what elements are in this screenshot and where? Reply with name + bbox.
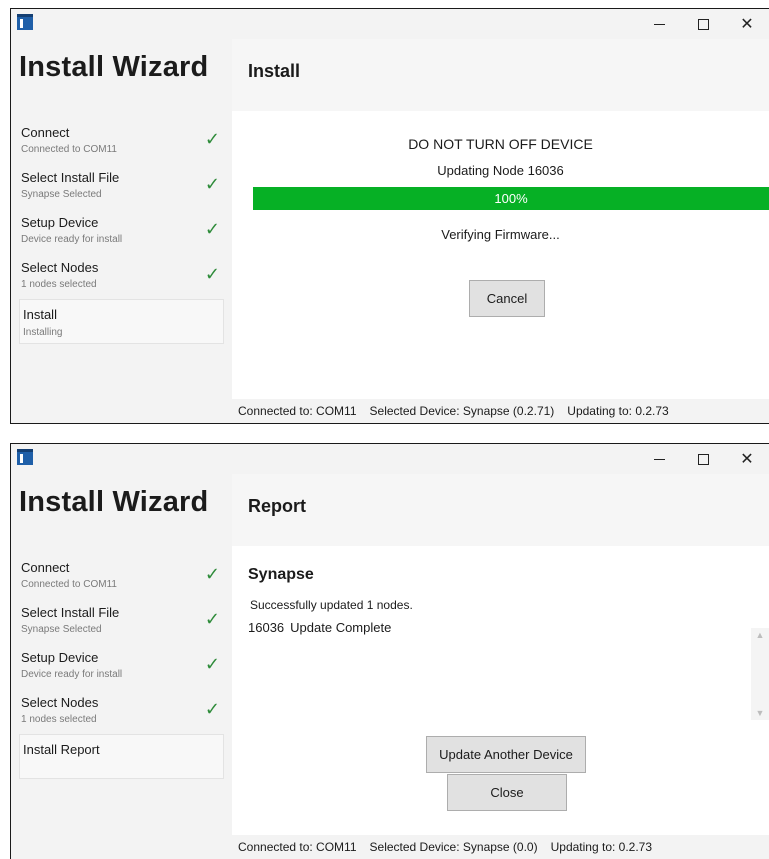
node-status: Update Complete <box>290 620 392 635</box>
status-device: Selected Device: Synapse (0.0) <box>369 840 538 854</box>
check-icon: ✓ <box>204 129 220 149</box>
main-panel: Install DO NOT TURN OFF DEVICE Updating … <box>232 39 769 423</box>
maximize-icon <box>697 453 709 465</box>
maximize-button[interactable] <box>681 444 725 474</box>
warning-text: DO NOT TURN OFF DEVICE <box>408 136 593 152</box>
install-wizard-window-install: ✕ Install Wizard Connect Connected to CO… <box>10 8 769 424</box>
step-list: Connect Connected to COM11 ✓ Select Inst… <box>19 119 224 344</box>
check-icon: ✓ <box>204 699 220 719</box>
step-select-nodes[interactable]: Select Nodes 1 nodes selected ✓ <box>19 689 224 734</box>
step-sublabel: 1 nodes selected <box>21 714 97 725</box>
status-connected: Connected to: COM11 <box>238 840 357 854</box>
app-icon <box>17 449 33 465</box>
step-label: Connect <box>21 560 70 575</box>
status-device: Selected Device: Synapse (0.2.71) <box>369 404 555 418</box>
step-sublabel: Device ready for install <box>21 234 123 245</box>
step-list: Connect Connected to COM11 ✓ Select Inst… <box>19 554 224 779</box>
status-updating-to: Updating to: 0.2.73 <box>567 404 669 418</box>
check-icon: ✓ <box>204 609 220 629</box>
close-button[interactable]: Close <box>447 774 567 811</box>
minimize-button[interactable] <box>637 9 681 39</box>
wizard-title: Install Wizard <box>19 51 209 83</box>
step-sublabel: Connected to COM11 <box>21 144 117 155</box>
step-sublabel: Connected to COM11 <box>21 579 117 590</box>
list-item: 16036 Update Complete <box>248 620 391 635</box>
step-connect[interactable]: Connect Connected to COM11 ✓ <box>19 554 224 599</box>
report-summary: Successfully updated 1 nodes. <box>250 598 413 612</box>
step-sublabel: Synapse Selected <box>21 189 102 200</box>
step-connect[interactable]: Connect Connected to COM11 ✓ <box>19 119 224 164</box>
check-icon: ✓ <box>204 654 220 674</box>
step-sublabel: 1 nodes selected <box>21 279 97 290</box>
wizard-sidebar: Install Wizard Connect Connected to COM1… <box>11 474 232 859</box>
page-title: Install <box>248 61 301 81</box>
app-icon <box>17 14 33 30</box>
install-wizard-window-report: ✕ Install Wizard Connect Connected to CO… <box>10 443 769 859</box>
updating-node-text: Updating Node 16036 <box>437 163 564 178</box>
update-another-device-button[interactable]: Update Another Device <box>426 736 586 773</box>
status-bar: Connected to: COM11 Selected Device: Syn… <box>232 835 769 859</box>
step-label: Connect <box>21 125 70 140</box>
step-label: Select Install File <box>21 605 120 620</box>
step-label: Select Nodes <box>21 260 99 275</box>
title-bar[interactable]: ✕ <box>11 9 769 39</box>
step-label: Select Nodes <box>21 695 99 710</box>
check-icon: ✓ <box>204 219 220 239</box>
check-icon: ✓ <box>204 264 220 284</box>
step-label: Select Install File <box>21 170 120 185</box>
minimize-icon <box>653 458 665 460</box>
step-label: Setup Device <box>21 650 99 665</box>
step-install-report[interactable]: Install Report <box>19 734 224 779</box>
step-select-install-file[interactable]: Select Install File Synapse Selected ✓ <box>19 599 224 644</box>
wizard-title: Install Wizard <box>19 486 209 518</box>
title-bar[interactable]: ✕ <box>11 444 769 474</box>
minimize-icon <box>653 23 665 25</box>
step-sublabel: Installing <box>23 327 63 338</box>
report-device-title: Synapse <box>248 566 314 583</box>
page-title: Report <box>248 496 306 516</box>
verify-status-text: Verifying Firmware... <box>441 227 560 242</box>
minimize-button[interactable] <box>637 444 681 474</box>
check-icon: ✓ <box>204 564 220 584</box>
check-icon: ✓ <box>204 174 220 194</box>
step-install[interactable]: Install Installing <box>19 299 224 344</box>
page-header: Report <box>232 474 769 546</box>
status-bar: Connected to: COM11 Selected Device: Syn… <box>232 399 769 423</box>
scroll-down-icon[interactable]: ▼ <box>751 708 769 718</box>
scrollbar[interactable]: ▲ ▼ <box>751 628 769 720</box>
progress-bar: 100% <box>253 187 769 210</box>
report-results-list[interactable]: 16036 Update Complete ▲ ▼ <box>248 620 769 720</box>
status-connected: Connected to: COM11 <box>238 404 357 418</box>
main-panel: Report Synapse Successfully updated 1 no… <box>232 474 769 859</box>
step-setup-device[interactable]: Setup Device Device ready for install ✓ <box>19 644 224 689</box>
page-header: Install <box>232 39 769 111</box>
close-window-button[interactable]: ✕ <box>725 9 769 39</box>
step-sublabel: Device ready for install <box>21 669 123 680</box>
step-label: Install <box>23 307 57 322</box>
maximize-icon <box>697 18 709 30</box>
node-id: 16036 <box>248 620 285 635</box>
step-sublabel: Synapse Selected <box>21 624 102 635</box>
scroll-up-icon[interactable]: ▲ <box>751 630 769 640</box>
status-updating-to: Updating to: 0.2.73 <box>550 840 653 854</box>
step-select-install-file[interactable]: Select Install File Synapse Selected ✓ <box>19 164 224 209</box>
cancel-button[interactable]: Cancel <box>469 280 545 317</box>
step-label: Install Report <box>23 742 100 757</box>
step-setup-device[interactable]: Setup Device Device ready for install ✓ <box>19 209 224 254</box>
step-label: Setup Device <box>21 215 99 230</box>
close-icon: ✕ <box>740 451 754 468</box>
close-window-button[interactable]: ✕ <box>725 444 769 474</box>
step-select-nodes[interactable]: Select Nodes 1 nodes selected ✓ <box>19 254 224 299</box>
close-icon: ✕ <box>740 16 754 33</box>
progress-label: 100% <box>494 191 528 206</box>
maximize-button[interactable] <box>681 9 725 39</box>
wizard-sidebar: Install Wizard Connect Connected to COM1… <box>11 39 232 423</box>
